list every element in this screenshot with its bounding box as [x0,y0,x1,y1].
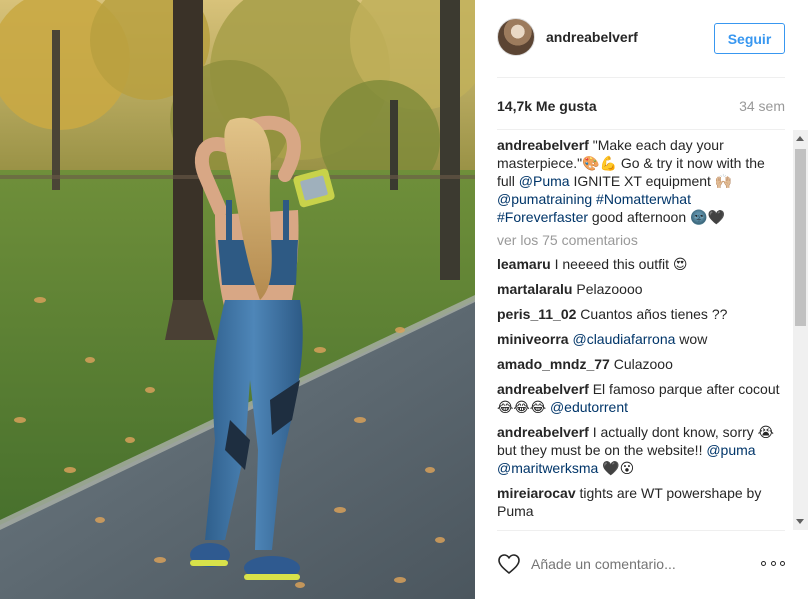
comments-scrollbar[interactable] [793,130,808,530]
more-options-icon[interactable] [761,559,785,567]
comment-username[interactable]: andreabelverf [497,424,589,440]
caption-mention-puma[interactable]: @Puma [519,173,570,189]
caption-hashtag-foreverfaster[interactable]: #Foreverfaster [497,209,588,225]
park-photo-illustration [0,0,475,599]
comment-item: leamaru I neeeed this outfit 😍 [497,255,782,273]
dot [780,560,785,566]
likes-count[interactable]: 14,7k Me gusta [497,98,597,114]
post-stats: 14,7k Me gusta 34 sem [497,78,785,130]
comments-list: andreabelverf "Make each day your master… [497,136,792,528]
comment-username[interactable]: mireiarocav [497,485,576,501]
comment-mention[interactable]: @puma [706,442,755,458]
comment-text: Cuantos años tienes ?? [576,306,728,322]
comment-item: andreabelverf I actually dont know, sorr… [497,423,782,477]
heart-icon[interactable] [497,553,521,575]
post-timestamp[interactable]: 34 sem [739,98,785,114]
comment-item: amado_mndz_77 Culazooo [497,355,782,373]
comment-username[interactable]: martalaralu [497,281,572,297]
caption-username[interactable]: andreabelverf [497,137,589,153]
post-details-panel: andreabelverf Seguir 14,7k Me gusta 34 s… [475,0,810,599]
post-header: andreabelverf Seguir [497,0,785,78]
comment-mention[interactable]: @claudiafarrona [572,331,675,347]
caption-text: IGNITE XT equipment 🙌🏼 [569,173,733,189]
dot [770,560,776,566]
post-photo[interactable] [0,0,475,599]
comment-text: 🖤😮 [598,460,635,476]
comment-username[interactable]: andreabelverf [497,381,589,397]
comment-username[interactable]: peris_11_02 [497,306,576,322]
comment-item: andreabelverf El famoso parque after coc… [497,380,782,416]
comment-item: peris_11_02 Cuantos años tienes ?? [497,305,782,323]
comment-text: Culazooo [609,356,673,372]
follow-button[interactable]: Seguir [714,23,785,54]
post-modal: andreabelverf Seguir 14,7k Me gusta 34 s… [0,0,810,599]
caption-hashtag-nomatterwhat[interactable]: #Nomatterwhat [596,191,691,207]
avatar[interactable] [497,18,535,56]
comment-username[interactable]: amado_mndz_77 [497,356,610,372]
caption-mention-pumatraining[interactable]: @pumatraining [497,191,592,207]
comment-text: I neeeed this outfit 😍 [550,256,688,272]
comment-item: martalaralu Pelazoooo [497,280,782,298]
comment-text: Pelazoooo [572,281,643,297]
post-actions [497,530,785,599]
comment-item: miniveorra @claudiafarrona wow [497,330,782,348]
comment-username[interactable]: leamaru [497,256,551,272]
dot [761,560,766,566]
comment-username[interactable]: miniveorra [497,331,569,347]
comment-item: mireiarocav tights are WT powershape by … [497,484,782,520]
comment-mention[interactable]: @maritwerksma [497,460,598,476]
scroll-up-arrow-icon[interactable] [796,136,804,141]
add-comment-input[interactable] [531,553,751,575]
comment-text: wow [675,331,708,347]
post-caption: andreabelverf "Make each day your master… [497,136,782,226]
post-author-username[interactable]: andreabelverf [546,29,638,45]
scroll-thumb[interactable] [795,149,806,326]
comment-mention[interactable]: @edutorrent [550,399,628,415]
load-more-comments-link[interactable]: ver los 75 comentarios [497,232,782,248]
caption-text: good afternoon 🌚🖤 [588,209,725,225]
scroll-down-arrow-icon[interactable] [796,519,804,524]
